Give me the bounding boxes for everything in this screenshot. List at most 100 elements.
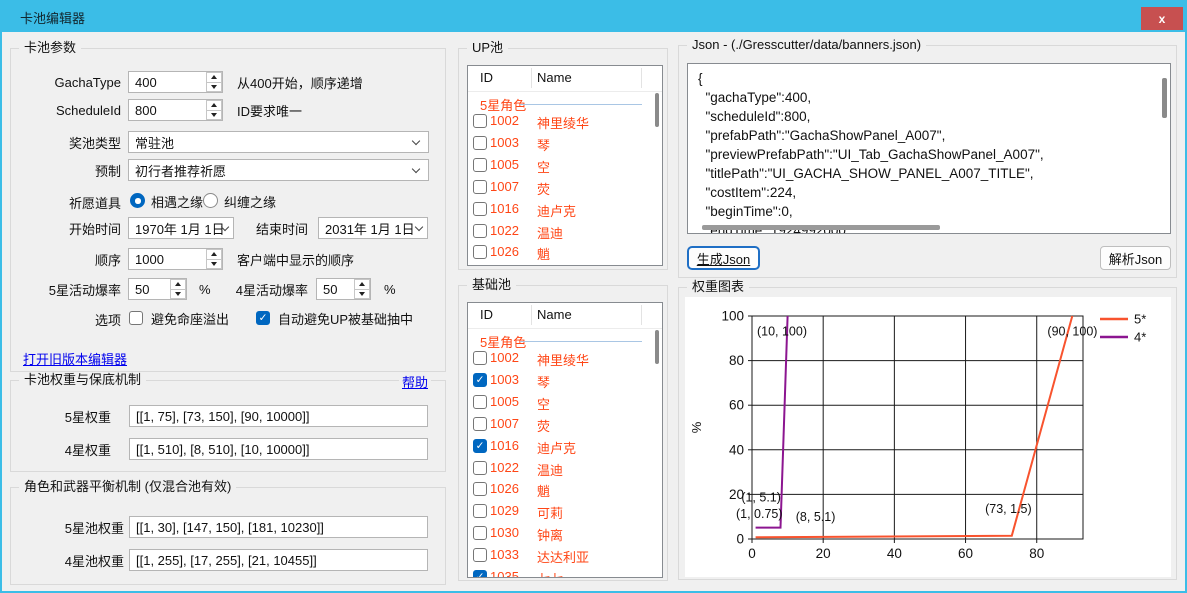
svg-text:80: 80 (1029, 546, 1044, 561)
list-item[interactable]: 1026魈 (468, 242, 662, 264)
row-checkbox[interactable] (473, 114, 487, 128)
row-id: 1002 (490, 113, 519, 128)
row-checkbox[interactable] (473, 482, 487, 496)
column-header-name[interactable]: Name (537, 307, 572, 322)
row-checkbox[interactable] (473, 439, 487, 453)
list-item[interactable]: 1002神里绫华 (468, 348, 662, 370)
radio-acquaint-fate[interactable] (130, 193, 145, 208)
generate-json-button[interactable]: 生成Json (687, 246, 760, 270)
weight4-input[interactable]: [[1, 510], [8, 510], [10, 10000]] (129, 438, 428, 460)
list-item[interactable]: 1003琴 (468, 133, 662, 155)
row-id: 1035 (490, 569, 519, 578)
vertical-scrollbar[interactable] (655, 330, 659, 364)
row-checkbox[interactable] (473, 548, 487, 562)
help-link[interactable]: 帮助 (399, 372, 431, 391)
rate5-value[interactable]: 50 (129, 279, 170, 299)
header-divider (468, 91, 662, 92)
list-item[interactable]: 1002神里绫华 (468, 111, 662, 133)
list-item[interactable]: 1030钟离 (468, 523, 662, 545)
list-item[interactable]: 1029可莉 (468, 501, 662, 523)
rate4-value[interactable]: 50 (317, 279, 354, 299)
row-checkbox[interactable] (473, 395, 487, 409)
list-item[interactable]: 1003琴 (468, 370, 662, 392)
list-item[interactable]: 1033达达利亚 (468, 545, 662, 567)
radio-intertwined-fate-label[interactable]: 纠缠之缘 (224, 192, 276, 210)
row-checkbox[interactable] (473, 504, 487, 518)
auto-avoid-up-label[interactable]: 自动避免UP被基础抽中 (278, 309, 413, 327)
spin-down-button[interactable] (354, 290, 370, 300)
list-item[interactable]: 1005空 (468, 155, 662, 177)
spin-up-button[interactable] (206, 249, 222, 260)
schedule-id-value[interactable]: 800 (129, 100, 206, 120)
horizontal-scrollbar[interactable] (702, 225, 940, 230)
list-item[interactable]: 1035七七 (468, 567, 662, 578)
options-label: 选项 (11, 308, 121, 330)
row-checkbox[interactable] (473, 245, 487, 259)
preset-dropdown[interactable]: 初行者推荐祈愿 (128, 159, 429, 181)
row-name: 空 (537, 157, 550, 176)
title-bar[interactable]: 卡池编辑器 (0, 0, 1187, 32)
pool-weight5-input[interactable]: [[1, 30], [147, 150], [181, 10230]] (129, 516, 428, 538)
row-checkbox[interactable] (473, 526, 487, 540)
weight-chart-group-title: 权重图表 (687, 279, 749, 295)
spin-down-button[interactable] (206, 83, 222, 93)
vertical-scrollbar[interactable] (655, 93, 659, 127)
avoid-constellation-overflow-checkbox[interactable] (129, 311, 143, 325)
rate5-spinner[interactable]: 50 (128, 278, 187, 300)
vertical-scrollbar[interactable] (1162, 78, 1167, 118)
radio-intertwined-fate[interactable] (203, 193, 218, 208)
spin-up-button[interactable] (206, 100, 222, 111)
list-item[interactable]: 1022温迪 (468, 221, 662, 243)
begin-time-datepicker[interactable]: 1970年 1月 1日 (128, 217, 234, 239)
avoid-constellation-overflow-label[interactable]: 避免命座溢出 (151, 309, 229, 327)
gacha-type-value[interactable]: 400 (129, 72, 206, 92)
spin-up-button[interactable] (354, 279, 370, 290)
row-checkbox[interactable] (473, 351, 487, 365)
begin-time-value: 1970年 1月 1日 (135, 219, 225, 238)
pool-weight4-input[interactable]: [[1, 255], [17, 255], [21, 10455]] (129, 549, 428, 571)
list-item[interactable]: 1016迪卢克 (468, 199, 662, 221)
order-spinner[interactable]: 1000 (128, 248, 223, 270)
pool-type-label: 奖池类型 (11, 131, 121, 153)
row-checkbox[interactable] (473, 224, 487, 238)
row-checkbox[interactable] (473, 461, 487, 475)
order-value[interactable]: 1000 (129, 249, 206, 269)
rate4-spinner[interactable]: 50 (316, 278, 371, 300)
row-checkbox[interactable] (473, 373, 487, 387)
row-checkbox[interactable] (473, 180, 487, 194)
spin-down-button[interactable] (206, 260, 222, 270)
end-time-datepicker[interactable]: 2031年 1月 1日 (318, 217, 428, 239)
row-checkbox[interactable] (473, 417, 487, 431)
row-checkbox[interactable] (473, 158, 487, 172)
column-header-id[interactable]: ID (480, 307, 493, 322)
spin-up-button[interactable] (206, 72, 222, 83)
row-checkbox[interactable] (473, 202, 487, 216)
json-textarea[interactable]: { "gachaType":400, "scheduleId":800, "pr… (687, 63, 1171, 234)
list-item[interactable]: 1007荧 (468, 177, 662, 199)
column-header-id[interactable]: ID (480, 70, 493, 85)
auto-avoid-up-checkbox[interactable] (256, 311, 270, 325)
weight5-input[interactable]: [[1, 75], [73, 150], [90, 10000]] (129, 405, 428, 427)
up-pool-list[interactable]: ID Name 5星角色 1002神里绫华1003琴1005空1007荧1016… (467, 65, 663, 266)
column-header-name[interactable]: Name (537, 70, 572, 85)
list-item[interactable]: 1022温迪 (468, 458, 662, 480)
spin-down-button[interactable] (206, 111, 222, 121)
radio-acquaint-fate-label[interactable]: 相遇之缘 (151, 192, 203, 210)
open-legacy-editor-link[interactable]: 打开旧版本编辑器 (23, 349, 127, 368)
pool-type-dropdown[interactable]: 常驻池 (128, 131, 429, 153)
base-pool-list[interactable]: ID Name 5星角色 1002神里绫华1003琴1005空1007荧1016… (467, 302, 663, 578)
parse-json-button[interactable]: 解析Json (1100, 246, 1171, 270)
list-item[interactable]: 1026魈 (468, 479, 662, 501)
row-checkbox[interactable] (473, 570, 487, 578)
arrow-up-icon (211, 252, 217, 256)
list-item[interactable]: 1016迪卢克 (468, 436, 662, 458)
spin-down-button[interactable] (170, 290, 186, 300)
spin-up-button[interactable] (170, 279, 186, 290)
svg-text:4*: 4* (1134, 330, 1146, 345)
schedule-id-spinner[interactable]: 800 (128, 99, 223, 121)
close-button[interactable]: x (1141, 7, 1183, 30)
gacha-type-spinner[interactable]: 400 (128, 71, 223, 93)
list-item[interactable]: 1005空 (468, 392, 662, 414)
list-item[interactable]: 1007荧 (468, 414, 662, 436)
row-checkbox[interactable] (473, 136, 487, 150)
